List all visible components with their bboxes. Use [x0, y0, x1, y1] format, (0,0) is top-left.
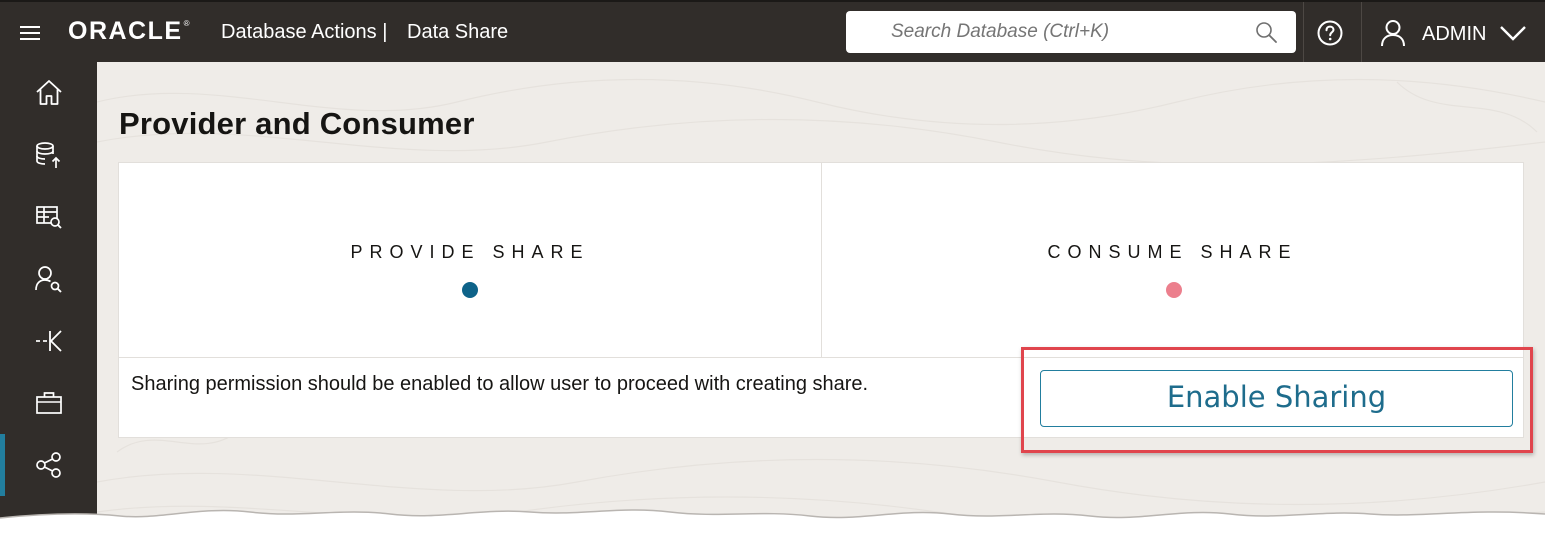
sharing-permission-message: Sharing permission should be enabled to … — [131, 373, 869, 395]
provide-status-dot — [462, 282, 478, 298]
sidebar-item-data-insights[interactable] — [0, 248, 97, 310]
user-menu[interactable]: ADMIN — [1378, 2, 1545, 64]
header-divider — [1361, 2, 1362, 64]
share-cards: PROVIDE SHARE CONSUME SHARE — [118, 162, 1524, 358]
oracle-logo: ORACLE® — [68, 17, 190, 45]
search-icon[interactable] — [1254, 20, 1278, 44]
sidebar-item-data-share[interactable] — [0, 434, 97, 496]
consume-share-title: CONSUME SHARE — [1047, 242, 1298, 262]
sidebar-item-data-load[interactable] — [0, 124, 97, 186]
page-title: Provider and Consumer — [119, 106, 475, 141]
briefcase-icon — [36, 392, 62, 414]
page-breadcrumb[interactable]: Data Share — [407, 21, 508, 44]
sidebar-item-home[interactable] — [0, 62, 97, 124]
enable-sharing-button[interactable]: Enable Sharing — [1040, 370, 1513, 427]
consume-share-card[interactable]: CONSUME SHARE — [822, 163, 1523, 357]
hamburger-menu-icon[interactable] — [20, 25, 40, 41]
provide-share-title: PROVIDE SHARE — [350, 242, 590, 262]
top-bar: ORACLE® Database Actions | Data Share AD… — [0, 0, 1545, 64]
provide-share-card[interactable]: PROVIDE SHARE — [119, 163, 822, 357]
main-content: Provider and Consumer PROVIDE SHARE CONS… — [97, 62, 1545, 536]
database-upload-icon — [36, 142, 61, 168]
help-icon[interactable] — [1317, 20, 1343, 46]
consume-status-dot — [1166, 282, 1182, 298]
app-window: ORACLE® Database Actions | Data Share AD… — [0, 0, 1545, 536]
transforms-icon — [36, 330, 62, 352]
share-nodes-icon — [36, 452, 61, 478]
sidebar — [0, 62, 97, 536]
table-search-icon — [36, 206, 62, 229]
user-name: ADMIN — [1422, 23, 1487, 45]
sidebar-item-business-models[interactable] — [0, 372, 97, 434]
search-box[interactable] — [846, 11, 1296, 53]
sidebar-item-catalog[interactable] — [0, 186, 97, 248]
user-icon — [1381, 20, 1405, 47]
sidebar-item-data-transforms[interactable] — [0, 310, 97, 372]
user-search-icon — [35, 266, 62, 293]
torn-edge — [0, 509, 1545, 536]
header-divider — [1303, 2, 1304, 64]
search-input[interactable] — [846, 11, 1246, 53]
chevron-down-icon — [1500, 26, 1526, 41]
app-title: Database Actions | — [221, 21, 388, 43]
home-icon — [36, 80, 62, 105]
